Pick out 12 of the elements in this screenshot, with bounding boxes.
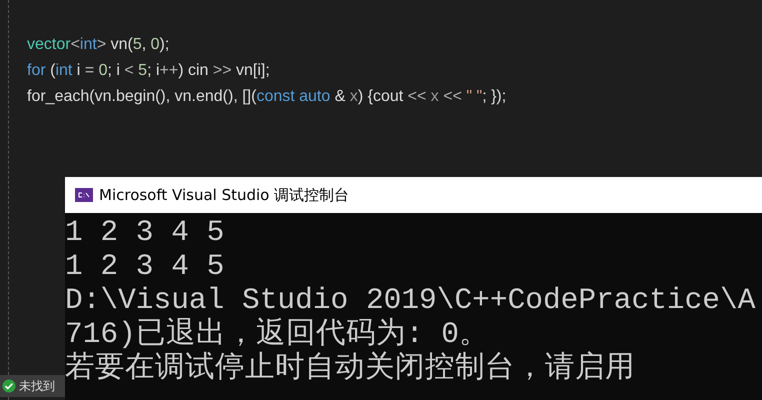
console-output-line: 1 2 3 4 5 — [65, 215, 226, 249]
console-output-line: D:\Visual Studio 2019\C++CodePractice\A — [65, 283, 756, 317]
code-line: for (int i = 0; i < 5; i++) cin >> vn[i]; — [27, 61, 271, 81]
console-app-icon — [75, 188, 93, 202]
check-icon — [2, 379, 16, 393]
console-output-line: 1 2 3 4 5 — [65, 249, 226, 283]
console-output-line: 716)已退出，返回代码为: 0。 — [65, 317, 490, 351]
console-title: Microsoft Visual Studio 调试控制台 — [99, 186, 350, 204]
status-message: 未找到 — [19, 378, 55, 394]
code-line: for_each(vn.begin(), vn.end(), [](const auto & x) {cout << x << " "; }); — [27, 87, 508, 107]
code-line: vector<int> vn(5, 0); — [27, 35, 170, 55]
console-output-line: 若要在调试停止时自动关闭控制台，请启用 — [65, 351, 636, 385]
